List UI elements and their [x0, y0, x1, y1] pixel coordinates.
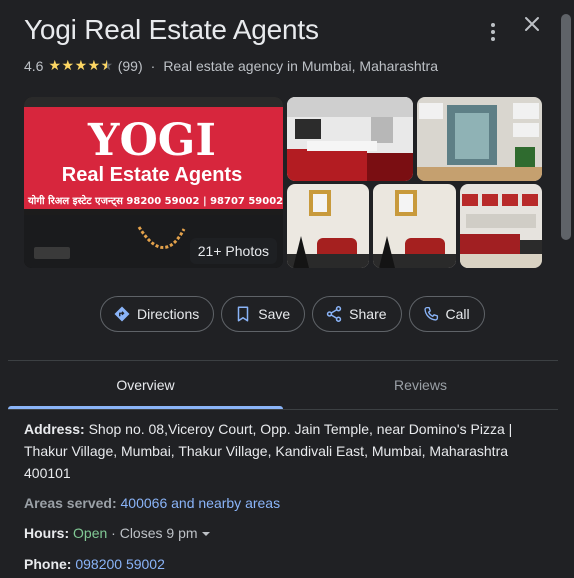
reviews-count-link[interactable]: (99): [118, 58, 143, 74]
office-photo-2[interactable]: [417, 97, 542, 181]
office-photo-5[interactable]: [460, 184, 542, 268]
rating-value: 4.6: [24, 57, 44, 74]
directions-icon: [114, 306, 130, 322]
directions-button[interactable]: Directions: [100, 296, 215, 332]
action-buttons: Directions Save Share Call: [100, 296, 485, 332]
phone-label: Phone:: [24, 556, 72, 572]
bookmark-icon: [238, 306, 249, 322]
rating-row: 4.6 ★★★★★★ (99) · Real estate agency in …: [24, 57, 438, 74]
share-label: Share: [349, 306, 387, 322]
more-options-icon[interactable]: [482, 20, 504, 44]
photo-gallery: YOGI Real Estate Agents योगी रिअल इस्टेट…: [24, 97, 542, 268]
save-button[interactable]: Save: [221, 296, 306, 332]
save-label: Save: [258, 306, 291, 322]
star-rating-icon: ★★★★★★: [48, 57, 114, 73]
office-photo-3[interactable]: [287, 184, 369, 268]
hours-close-time: · Closes 9 pm: [111, 525, 198, 541]
tabs-divider: [8, 409, 558, 410]
separator-dot: ·: [150, 57, 156, 74]
scrollbar[interactable]: [561, 14, 571, 240]
hours-row: Hours: Open · Closes 9 pm: [24, 522, 524, 544]
office-photo-4[interactable]: [373, 184, 456, 268]
call-label: Call: [445, 306, 470, 322]
share-icon: [326, 306, 342, 322]
tab-overview[interactable]: Overview: [8, 361, 283, 409]
areas-served-label: Areas served:: [24, 495, 117, 511]
business-title: Yogi Real Estate Agents: [24, 14, 319, 45]
address-value: Shop no. 08,Viceroy Court, Opp. Jain Tem…: [24, 421, 513, 481]
share-button[interactable]: Share: [312, 296, 402, 332]
tab-bar: Overview Reviews: [8, 361, 558, 409]
hours-dropdown-icon[interactable]: [201, 532, 210, 537]
main-photo[interactable]: YOGI Real Estate Agents योगी रिअल इस्टेट…: [24, 97, 283, 268]
sign-text-agents: Real Estate Agents: [62, 164, 242, 186]
phone-link[interactable]: 098200 59002: [75, 556, 165, 572]
sign-text-contacts: योगी रिअल इस्टेट एजन्ट्स 98200 59002 | 9…: [27, 194, 283, 207]
phone-icon: [423, 306, 438, 321]
directions-label: Directions: [137, 306, 200, 322]
office-photo-1[interactable]: [287, 97, 413, 181]
areas-served-row: Areas served: 400066 and nearby areas: [24, 492, 524, 514]
hours-status: Open: [73, 525, 108, 541]
business-panel: Yogi Real Estate Agents 4.6 ★★★★★★ (99) …: [8, 0, 558, 578]
phone-row: Phone: 098200 59002: [24, 553, 524, 575]
close-icon[interactable]: [520, 12, 544, 36]
hours-label: Hours:: [24, 525, 70, 541]
business-category: Real estate agency in Mumbai, Maharashtr…: [163, 57, 439, 74]
sign-text-yogi: YOGI: [87, 115, 216, 166]
call-button[interactable]: Call: [408, 296, 485, 332]
tab-reviews[interactable]: Reviews: [283, 361, 558, 409]
address-row: Address: Shop no. 08,Viceroy Court, Opp.…: [24, 418, 524, 484]
areas-served-link[interactable]: 400066 and nearby areas: [121, 495, 281, 511]
photo-count-button[interactable]: 21+ Photos: [189, 238, 277, 264]
address-label: Address:: [24, 421, 85, 437]
